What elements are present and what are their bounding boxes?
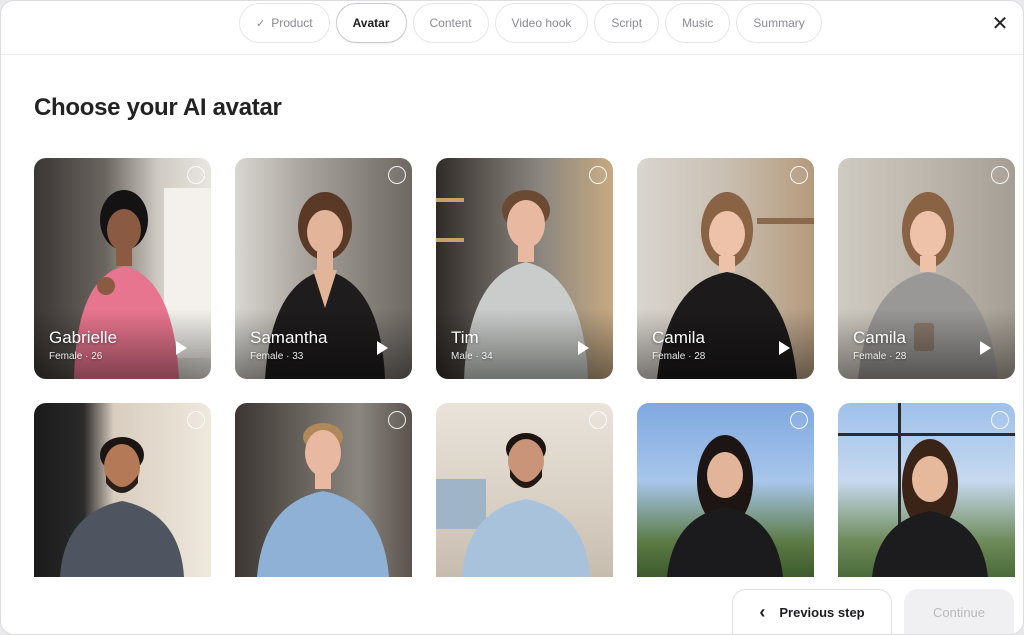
avatar-card-row2-3[interactable] (436, 403, 613, 577)
select-radio[interactable] (187, 166, 205, 184)
step-product[interactable]: ✓ Product (239, 3, 330, 43)
close-icon[interactable]: ✕ (987, 10, 1013, 36)
avatar-name: Samantha (250, 328, 328, 347)
avatar-meta: Female · 26 (49, 351, 103, 362)
avatar-photo (838, 403, 1015, 577)
avatar-photo (436, 433, 590, 577)
select-radio[interactable] (388, 166, 406, 184)
avatar-name: Camila (652, 328, 705, 347)
play-icon[interactable] (779, 341, 790, 355)
step-video-hook[interactable]: Video hook (494, 3, 589, 43)
step-label: Script (611, 16, 643, 30)
check-icon: ✓ (256, 17, 266, 30)
continue-label: Continue (932, 605, 986, 620)
select-radio[interactable] (589, 411, 607, 429)
play-icon[interactable] (176, 341, 187, 355)
select-radio[interactable] (589, 166, 607, 184)
avatar-meta: Female · 28 (652, 351, 706, 362)
avatar-photo (667, 435, 783, 577)
step-tabs: ✓ Product Avatar Content Video hook Scri… (239, 3, 822, 43)
previous-step-button[interactable]: ‹ Previous step (732, 589, 892, 634)
select-radio[interactable] (187, 411, 205, 429)
stepper-header: ✓ Product Avatar Content Video hook Scri… (1, 1, 1023, 55)
avatar-card-row2-2[interactable] (235, 403, 412, 577)
avatar-card-camila-2[interactable]: Camila Female · 28 (838, 158, 1015, 379)
avatar-card-gabrielle[interactable]: Gabrielle Female · 26 (34, 158, 211, 379)
avatar-grid: Gabrielle Female · 26 Samantha Female · … (34, 158, 1015, 577)
play-icon[interactable] (980, 341, 991, 355)
select-radio[interactable] (991, 166, 1009, 184)
avatar-selection-modal: ✓ Product Avatar Content Video hook Scri… (0, 0, 1024, 635)
step-label: Summary (753, 16, 805, 30)
avatar-name: Camila (853, 328, 906, 347)
continue-button[interactable]: Continue (904, 589, 1014, 634)
step-label: Music (682, 16, 714, 30)
avatar-name: Tim (451, 328, 479, 347)
avatar-name: Gabrielle (49, 328, 118, 347)
chevron-left-icon: ‹ (759, 602, 766, 622)
avatar-card-tim[interactable]: Tim Male · 34 (436, 158, 613, 379)
avatar-meta: Male · 34 (451, 351, 493, 362)
step-label: Video hook (511, 16, 572, 30)
avatar-meta: Female · 33 (250, 351, 304, 362)
select-radio[interactable] (790, 166, 808, 184)
step-content[interactable]: Content (412, 3, 489, 43)
select-radio[interactable] (388, 411, 406, 429)
avatar-meta: Female · 28 (853, 351, 907, 362)
step-summary[interactable]: Summary (736, 3, 822, 43)
avatar-card-samantha[interactable]: Samantha Female · 33 (235, 158, 412, 379)
step-music[interactable]: Music (665, 3, 731, 43)
play-icon[interactable] (578, 341, 589, 355)
avatar-photo (60, 437, 184, 577)
previous-step-label: Previous step (779, 605, 865, 620)
step-label: Content (429, 16, 472, 30)
step-avatar[interactable]: Avatar (335, 3, 407, 43)
avatar-card-row2-5[interactable] (838, 403, 1015, 577)
step-label: Avatar (352, 16, 390, 30)
avatar-card-row2-1[interactable] (34, 403, 211, 577)
play-icon[interactable] (377, 341, 388, 355)
page-title: Choose your AI avatar (34, 94, 282, 121)
avatar-card-camila-1[interactable]: Camila Female · 28 (637, 158, 814, 379)
select-radio[interactable] (991, 411, 1009, 429)
step-script[interactable]: Script (594, 3, 660, 43)
step-label: Product (271, 16, 313, 30)
select-radio[interactable] (790, 411, 808, 429)
avatar-card-row2-4[interactable] (637, 403, 814, 577)
avatar-photo (257, 423, 389, 577)
